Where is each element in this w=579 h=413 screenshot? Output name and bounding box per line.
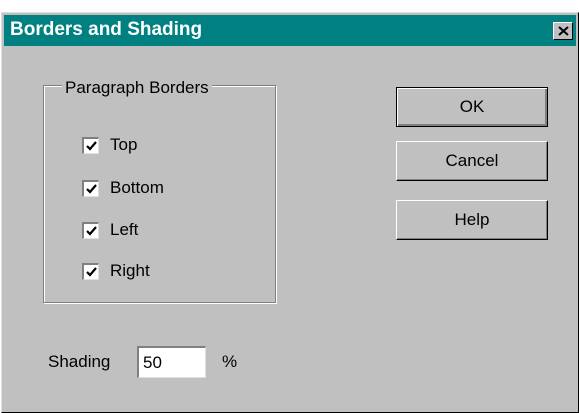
border-top-checkbox[interactable] — [82, 136, 99, 154]
border-bottom-option[interactable]: Bottom — [82, 177, 164, 199]
ok-button[interactable]: OK — [396, 87, 548, 127]
checkmark-icon — [86, 140, 97, 151]
close-button[interactable] — [553, 22, 573, 40]
shading-label: Shading — [48, 352, 111, 371]
checkmark-icon — [86, 183, 97, 194]
border-left-label: Left — [110, 220, 139, 239]
close-icon — [558, 26, 569, 36]
border-right-checkbox[interactable] — [82, 262, 99, 280]
help-button[interactable]: Help — [396, 200, 548, 240]
border-bottom-checkbox[interactable] — [82, 179, 99, 197]
border-right-option[interactable]: Right — [82, 260, 150, 282]
border-top-option[interactable]: Top — [82, 134, 137, 156]
checkmark-icon — [86, 266, 97, 277]
border-left-checkbox[interactable] — [82, 221, 99, 239]
border-bottom-label: Bottom — [110, 178, 164, 197]
border-left-option[interactable]: Left — [82, 219, 138, 241]
border-top-label: Top — [110, 135, 138, 154]
checkmark-icon — [86, 225, 97, 236]
cancel-button[interactable]: Cancel — [396, 141, 548, 181]
paragraph-borders-legend: Paragraph Borders — [62, 78, 212, 98]
title-bar[interactable]: Borders and Shading — [4, 15, 576, 46]
border-right-label: Right — [110, 261, 150, 280]
shading-input[interactable] — [137, 346, 206, 378]
dialog-title: Borders and Shading — [10, 19, 203, 40]
shading-percent-unit: % — [222, 352, 238, 371]
